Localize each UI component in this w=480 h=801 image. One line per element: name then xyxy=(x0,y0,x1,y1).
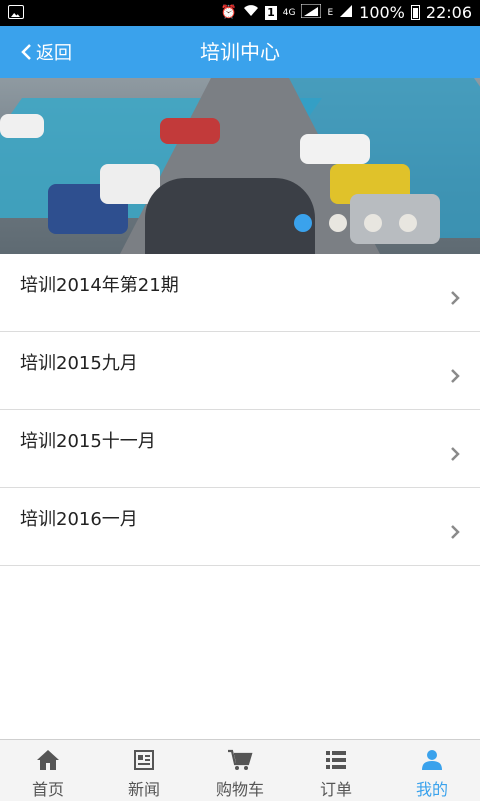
tab-label: 我的 xyxy=(415,780,448,799)
home-icon xyxy=(37,750,59,770)
tab-label: 首页 xyxy=(31,780,64,799)
signal-icon xyxy=(339,4,353,22)
carousel-dot[interactable] xyxy=(364,214,382,232)
banner-crowd xyxy=(145,178,315,254)
tab-me[interactable]: 我的 xyxy=(384,740,480,801)
news-icon xyxy=(134,750,154,770)
banner-car xyxy=(300,134,370,164)
signal-label: E xyxy=(327,7,334,18)
carousel-indicators xyxy=(294,214,417,232)
carousel-dot[interactable] xyxy=(329,214,347,232)
list-item[interactable]: 培训2016一月 xyxy=(0,488,480,566)
battery-percent: 100% xyxy=(359,3,405,22)
list-icon xyxy=(326,751,346,769)
banner-car xyxy=(160,118,220,144)
page-title: 培训中心 xyxy=(200,40,280,64)
tab-home[interactable]: 首页 xyxy=(0,740,96,801)
chevron-right-icon xyxy=(451,291,460,305)
chevron-right-icon xyxy=(451,369,460,383)
tab-label: 购物车 xyxy=(215,780,264,799)
tab-news[interactable]: 新闻 xyxy=(96,740,192,801)
banner-car xyxy=(0,114,44,138)
user-icon xyxy=(422,750,442,770)
clock: 22:06 xyxy=(425,3,472,22)
tab-orders[interactable]: 订单 xyxy=(288,740,384,801)
cart-icon xyxy=(228,749,253,770)
alarm-icon: ⏰ xyxy=(220,5,238,20)
bottom-tab-bar: 首页 新闻 购物车 订单 我的 xyxy=(0,739,480,801)
status-bar: ⏰ 1 4G E 100% 22:06 xyxy=(0,0,480,26)
list-item-label: 培训2015十一月 xyxy=(20,431,156,452)
list-item-label: 培训2016一月 xyxy=(20,509,138,530)
chevron-right-icon xyxy=(451,447,460,461)
sim-badge: 1 xyxy=(265,5,277,20)
wifi-icon xyxy=(243,4,259,21)
list-item[interactable]: 培训2014年第21期 xyxy=(0,254,480,332)
training-list: 培训2014年第21期 培训2015九月 培训2015十一月 培训2016一月 xyxy=(0,254,480,566)
app-header: 返回 培训中心 xyxy=(0,26,480,78)
list-item[interactable]: 培训2015九月 xyxy=(0,332,480,410)
gallery-notification-icon xyxy=(8,5,24,19)
tab-cart[interactable]: 购物车 xyxy=(192,740,288,801)
tab-label: 新闻 xyxy=(127,780,160,799)
list-item-label: 培训2015九月 xyxy=(20,353,138,374)
list-item[interactable]: 培训2015十一月 xyxy=(0,410,480,488)
status-icons: ⏰ 1 4G E 100% 22:06 xyxy=(221,3,472,22)
carousel-dot-active[interactable] xyxy=(294,214,312,232)
tab-label: 订单 xyxy=(319,780,352,799)
list-item-label: 培训2014年第21期 xyxy=(20,275,179,296)
network-type: 4G xyxy=(282,7,296,18)
dual-signal-icon xyxy=(300,3,322,22)
carousel-dot[interactable] xyxy=(399,214,417,232)
chevron-right-icon xyxy=(451,525,460,539)
battery-icon xyxy=(410,5,420,20)
